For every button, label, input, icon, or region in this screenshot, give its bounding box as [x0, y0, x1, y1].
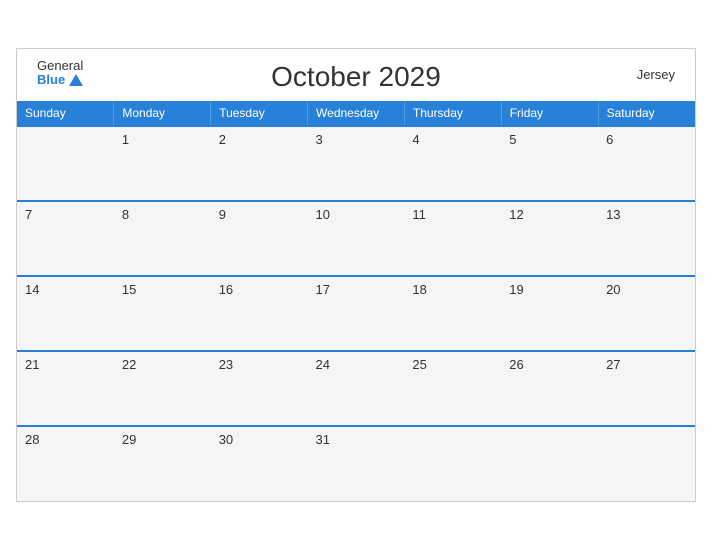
calendar-cell: 9: [211, 201, 308, 276]
calendar-cell: 18: [404, 276, 501, 351]
day-number: 31: [316, 432, 330, 447]
calendar-cell: 19: [501, 276, 598, 351]
calendar-cell: 1: [114, 126, 211, 201]
logo-blue-text: Blue: [37, 73, 83, 87]
calendar-body: 1234567891011121314151617181920212223242…: [17, 126, 695, 501]
day-number: 6: [606, 132, 613, 147]
day-number: 3: [316, 132, 323, 147]
logo: General Blue: [37, 59, 83, 88]
calendar-grid: Sunday Monday Tuesday Wednesday Thursday…: [17, 101, 695, 501]
calendar-cell: 8: [114, 201, 211, 276]
calendar-cell: 13: [598, 201, 695, 276]
calendar-cell: 16: [211, 276, 308, 351]
day-number: 25: [412, 357, 426, 372]
day-number: 28: [25, 432, 39, 447]
calendar-thead: Sunday Monday Tuesday Wednesday Thursday…: [17, 101, 695, 126]
logo-triangle-icon: [69, 74, 83, 86]
header-friday: Friday: [501, 101, 598, 126]
day-number: 10: [316, 207, 330, 222]
calendar-cell: 22: [114, 351, 211, 426]
calendar-cell: 10: [308, 201, 405, 276]
calendar-cell: 21: [17, 351, 114, 426]
logo-general-text: General: [37, 59, 83, 73]
day-number: 5: [509, 132, 516, 147]
calendar-cell: 20: [598, 276, 695, 351]
location-label: Jersey: [637, 67, 675, 82]
calendar-cell: 26: [501, 351, 598, 426]
calendar-cell: [404, 426, 501, 501]
calendar-week-row: 1 2 3 4 5 6: [17, 126, 695, 201]
header-wednesday: Wednesday: [308, 101, 405, 126]
day-number: 14: [25, 282, 39, 297]
day-number: 1: [122, 132, 129, 147]
calendar-cell: 31: [308, 426, 405, 501]
calendar-cell: 11: [404, 201, 501, 276]
calendar-cell: [598, 426, 695, 501]
calendar-week-row: 21 22 23 24 25 26 27: [17, 351, 695, 426]
day-number: 24: [316, 357, 330, 372]
calendar-cell: 5: [501, 126, 598, 201]
header-thursday: Thursday: [404, 101, 501, 126]
calendar-title: October 2029: [271, 61, 441, 93]
day-number: 18: [412, 282, 426, 297]
calendar-container: General Blue October 2029 Jersey Sunday …: [16, 48, 696, 502]
calendar-week-row: 14 15 16 17 18 19 20: [17, 276, 695, 351]
calendar-header: General Blue October 2029 Jersey: [17, 49, 695, 101]
calendar-cell: 12: [501, 201, 598, 276]
calendar-cell: 29: [114, 426, 211, 501]
day-number: 2: [219, 132, 226, 147]
day-number: 27: [606, 357, 620, 372]
day-number: 12: [509, 207, 523, 222]
day-number: 30: [219, 432, 233, 447]
calendar-cell: 2: [211, 126, 308, 201]
calendar-cell: 24: [308, 351, 405, 426]
calendar-week-row: 28 29 30 31: [17, 426, 695, 501]
day-number: 16: [219, 282, 233, 297]
calendar-cell: 30: [211, 426, 308, 501]
calendar-cell: 3: [308, 126, 405, 201]
day-number: 8: [122, 207, 129, 222]
header-monday: Monday: [114, 101, 211, 126]
calendar-cell: 4: [404, 126, 501, 201]
calendar-week-row: 7 8 9 10 11 12 13: [17, 201, 695, 276]
calendar-cell: 28: [17, 426, 114, 501]
header-tuesday: Tuesday: [211, 101, 308, 126]
calendar-cell: 27: [598, 351, 695, 426]
calendar-cell: 23: [211, 351, 308, 426]
day-number: 20: [606, 282, 620, 297]
day-number: 23: [219, 357, 233, 372]
calendar-cell: 7: [17, 201, 114, 276]
calendar-cell: 6: [598, 126, 695, 201]
calendar-cell: 17: [308, 276, 405, 351]
day-number: 21: [25, 357, 39, 372]
days-header-row: Sunday Monday Tuesday Wednesday Thursday…: [17, 101, 695, 126]
calendar-cell: [17, 126, 114, 201]
day-number: 26: [509, 357, 523, 372]
day-number: 29: [122, 432, 136, 447]
calendar-cell: 25: [404, 351, 501, 426]
day-number: 22: [122, 357, 136, 372]
day-number: 7: [25, 207, 32, 222]
day-number: 9: [219, 207, 226, 222]
header-sunday: Sunday: [17, 101, 114, 126]
calendar-cell: [501, 426, 598, 501]
day-number: 17: [316, 282, 330, 297]
calendar-cell: 14: [17, 276, 114, 351]
header-saturday: Saturday: [598, 101, 695, 126]
day-number: 4: [412, 132, 419, 147]
day-number: 11: [412, 207, 426, 222]
calendar-cell: 15: [114, 276, 211, 351]
day-number: 19: [509, 282, 523, 297]
day-number: 15: [122, 282, 136, 297]
day-number: 13: [606, 207, 620, 222]
